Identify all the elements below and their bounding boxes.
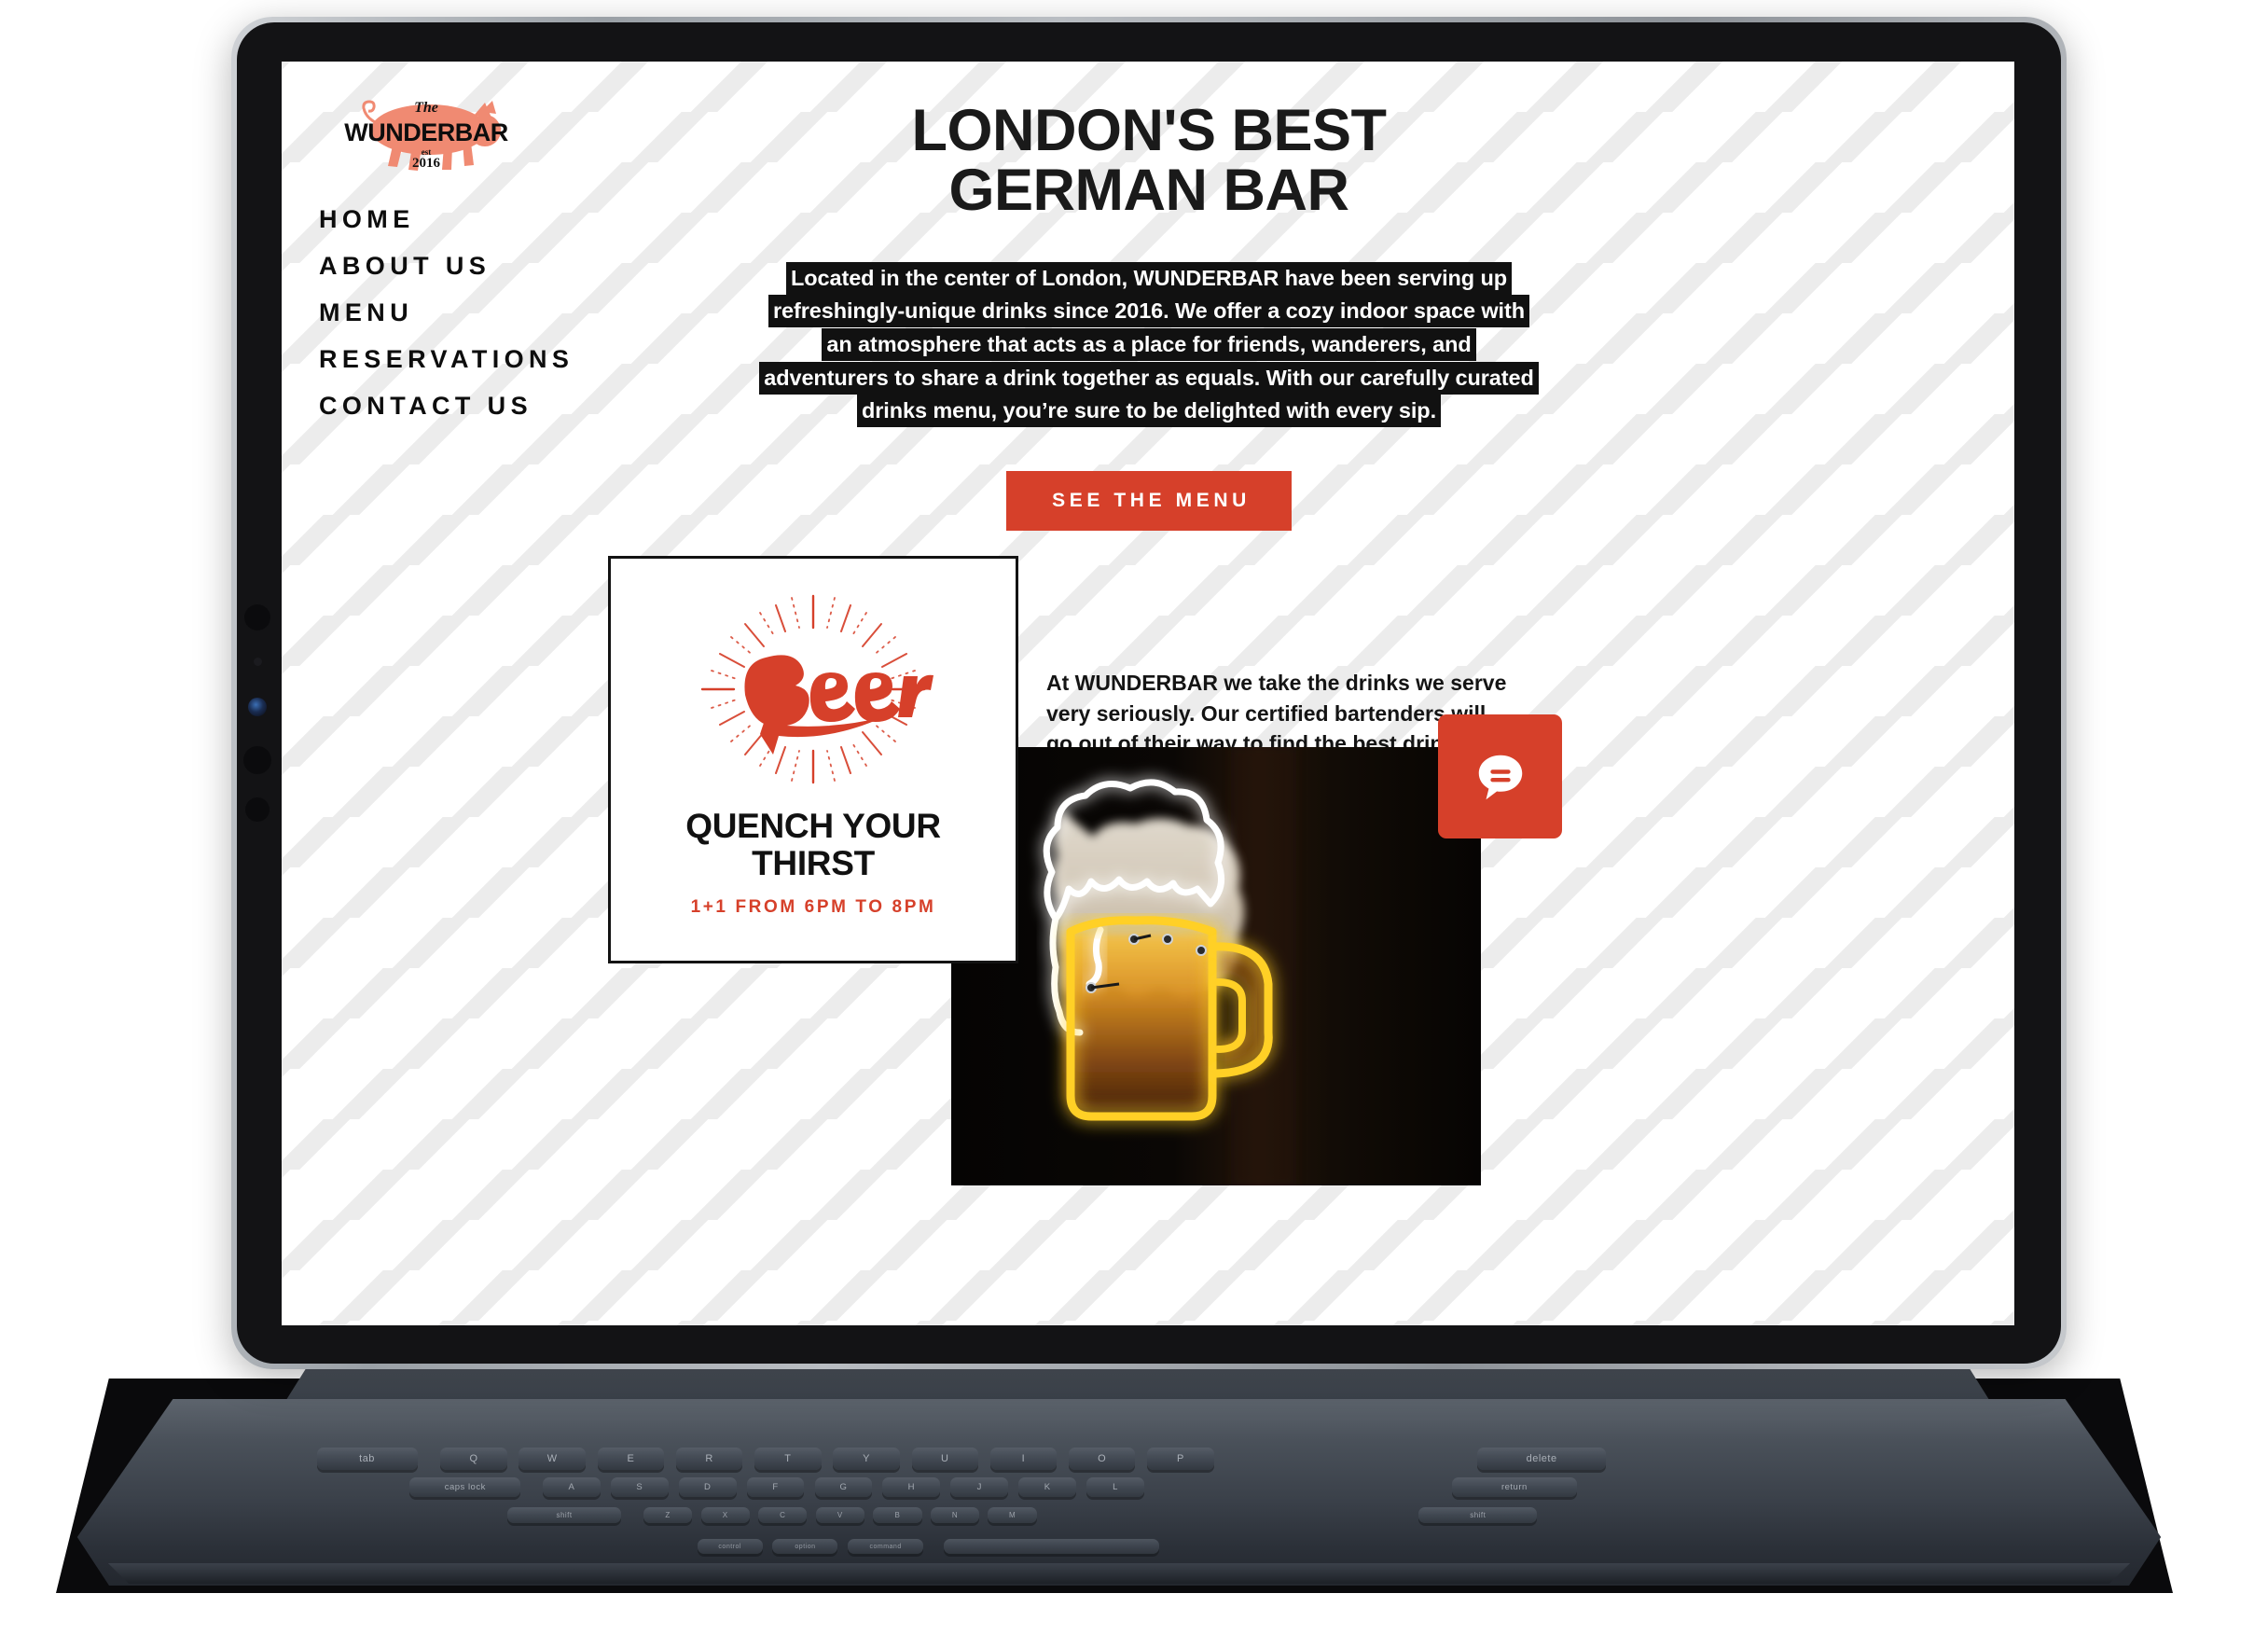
hero-paragraph: Located in the center of London, WUNDERB… [655,261,1643,429]
chat-widget-button[interactable] [1438,714,1562,838]
keyboard-key[interactable]: P [1147,1448,1214,1470]
logo-script-word: The [414,100,438,116]
see-the-menu-button[interactable]: SEE THE MENU [1006,471,1292,532]
keyboard-key[interactable]: delete [1477,1448,1606,1470]
keyboard-key[interactable]: U [911,1448,978,1470]
nav-item-about-us[interactable]: ABOUT US [319,243,627,290]
hero-paragraph-line: an atmosphere that acts as a place for f… [655,327,1643,362]
hero-title-line-2: GERMAN BAR [948,158,1350,224]
keyboard-key[interactable]: O [1068,1448,1136,1470]
keyboard-key[interactable]: I [989,1448,1058,1470]
beer-script-wordmark [744,655,933,755]
keyboard-key[interactable]: V [815,1507,864,1524]
keyboard-key[interactable]: D [678,1477,737,1497]
keyboard-key[interactable]: L [1086,1477,1144,1497]
keyboard-key[interactable]: Y [833,1448,900,1470]
cta-container: SEE THE MENU [655,471,1643,532]
keyboard-key[interactable]: Z [643,1507,693,1524]
page-title: LONDON'S BEST GERMAN BAR [655,101,1643,221]
keyboard-key[interactable]: H [882,1477,941,1497]
keyboard-key[interactable] [943,1539,1160,1555]
neon-beer-photo [951,747,1481,1185]
beer-badge-icon [700,594,933,784]
keyboard-key[interactable]: W [519,1448,586,1470]
bezel-sensor-top [244,604,270,630]
promo-title-line-1: QUENCH YOUR [685,807,941,845]
keyboard-key[interactable]: S [610,1477,669,1497]
keyboard-key[interactable]: T [754,1448,822,1470]
keyboard-key[interactable]: E [597,1448,665,1470]
logo-est-year: 2016 [412,156,441,171]
promo-title: QUENCH YOUR THIRST [685,808,941,882]
keyboard-key[interactable]: option [772,1539,838,1555]
device-mockup-scene: tab caps lock shift control option command Q W E… [0,0,2268,1635]
hero-paragraph-line: adventurers to share a drink together as… [655,361,1643,395]
hero-paragraph-line-text: adventurers to share a drink together as… [759,361,1539,395]
keyboard-key[interactable]: A [543,1477,601,1497]
keyboard-key[interactable]: X [700,1507,750,1524]
hero-paragraph-line: drinks menu, you’re sure to be delighted… [655,395,1643,428]
chat-bubble-icon [1478,755,1522,799]
hero-paragraph-line: Located in the center of London, WUNDERB… [655,261,1643,296]
promo-subtitle: 1+1 FROM 6PM TO 8PM [690,896,936,917]
keyboard-key[interactable]: K [1018,1477,1077,1497]
keyboard-key[interactable]: R [675,1448,743,1470]
main-navigation: HOME ABOUT US MENU RESERVATIONS CONTACT … [319,197,627,430]
site-logo[interactable]: The WUNDERBAR est 2016 [319,88,533,172]
nav-item-menu[interactable]: MENU [319,290,627,337]
bezel-sensor-mid [243,746,271,774]
keyboard-key[interactable]: G [814,1477,873,1497]
keyboard-key[interactable]: tab [316,1448,418,1470]
hero-paragraph-line-text: an atmosphere that acts as a place for f… [822,327,1476,361]
bezel-sensor-bottom [245,797,270,822]
keyboard-key[interactable]: caps lock [409,1477,521,1497]
keyboard-key[interactable]: control [697,1539,763,1555]
keyboard-key[interactable]: F [746,1477,805,1497]
keyboard-key[interactable]: C [758,1507,808,1524]
tablet-keyboard[interactable]: tab caps lock shift control option command Q W E… [76,1399,2162,1586]
logo-wordmark: WUNDERBAR [344,118,507,146]
nav-item-contact-us[interactable]: CONTACT US [319,383,627,430]
hero-paragraph-line-text: refreshingly-unique drinks since 2016. W… [768,295,1529,328]
keyboard-key[interactable]: command [848,1539,923,1555]
keyboard-key[interactable]: Q [440,1448,507,1470]
promo-title-line-2: THIRST [752,843,875,882]
keyboard-key[interactable]: M [988,1507,1037,1524]
hero-paragraph-line-text: Located in the center of London, WUNDERB… [786,261,1512,295]
bezel-microphone-dot [254,658,262,666]
keyboard-key[interactable]: J [950,1477,1009,1497]
nav-item-reservations[interactable]: RESERVATIONS [319,337,627,383]
tablet-screen: The WUNDERBAR est 2016 HOME ABOUT US MEN… [282,62,2014,1325]
website-page: The WUNDERBAR est 2016 HOME ABOUT US MEN… [282,62,2014,1325]
keyboard-key[interactable]: return [1451,1477,1578,1497]
keyboard-front-lip [107,1563,2131,1584]
hero-paragraph-line-text: drinks menu, you’re sure to be delighted… [857,395,1441,428]
keyboard-key[interactable]: shift [507,1507,621,1524]
front-camera-icon [248,698,267,716]
hero-section: LONDON'S BEST GERMAN BAR Located in the … [655,101,1643,532]
nav-item-home[interactable]: HOME [319,197,627,243]
promo-card[interactable]: QUENCH YOUR THIRST 1+1 FROM 6PM TO 8PM [608,556,1018,963]
keyboard-key[interactable]: B [873,1507,922,1524]
keyboard-key[interactable]: N [930,1507,980,1524]
hero-title-line-1: LONDON'S BEST [911,98,1387,163]
hero-paragraph-line: refreshingly-unique drinks since 2016. W… [655,295,1643,328]
keyboard-key[interactable]: shift [1418,1507,1538,1524]
